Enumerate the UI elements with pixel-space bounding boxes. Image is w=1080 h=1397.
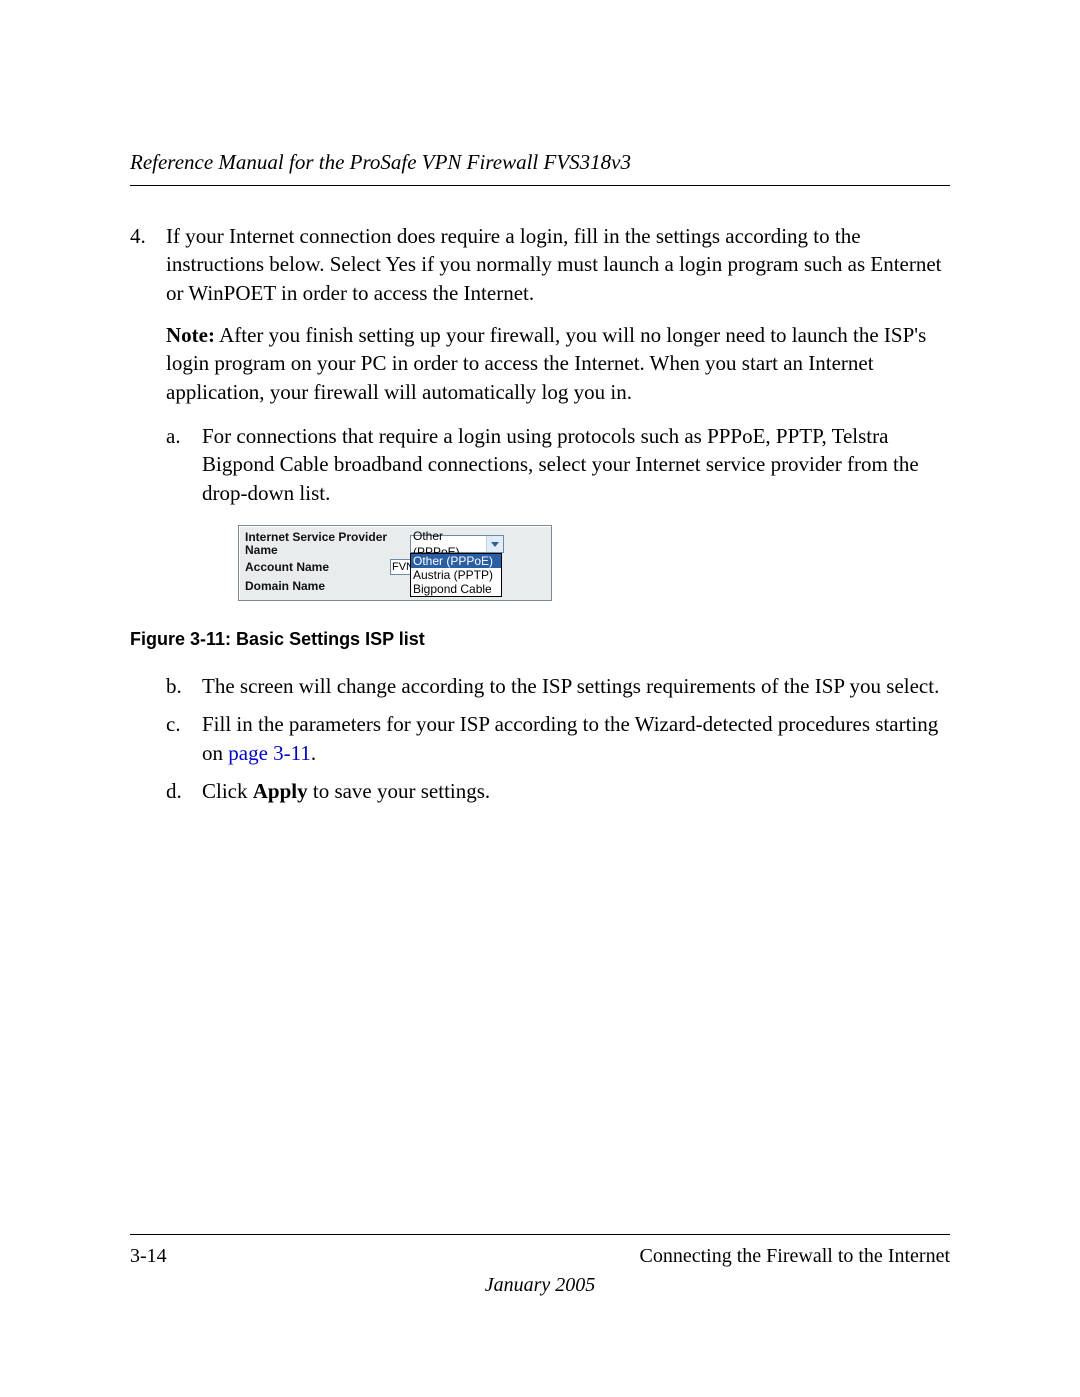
sub-step-list-continued: b. The screen will change according to t… bbox=[166, 672, 950, 805]
sub-step-list: a. For connections that require a login … bbox=[166, 422, 950, 601]
chapter-title: Connecting the Firewall to the Internet bbox=[640, 1245, 950, 1268]
step-number: 4. bbox=[130, 222, 146, 250]
sub-step-c: c. Fill in the parameters for your ISP a… bbox=[166, 710, 950, 767]
sub-step-text-pre: Click bbox=[202, 779, 253, 803]
continued-wrapper: b. The screen will change according to t… bbox=[130, 672, 950, 805]
isp-dropdown-list[interactable]: Other (PPPoE) Austria (PPTP) Bigpond Cab… bbox=[410, 553, 502, 597]
figure-container: Internet Service Provider Name Other (PP… bbox=[238, 525, 950, 601]
apply-label: Apply bbox=[253, 779, 308, 803]
document-page: Reference Manual for the ProSafe VPN Fir… bbox=[0, 0, 1080, 1397]
isp-settings-panel: Internet Service Provider Name Other (PP… bbox=[238, 525, 552, 601]
sub-step-letter: c. bbox=[166, 710, 181, 738]
chevron-down-icon[interactable] bbox=[486, 536, 503, 552]
sub-step-letter: b. bbox=[166, 672, 182, 700]
instruction-list: 4. If your Internet connection does requ… bbox=[130, 222, 950, 601]
page-number: 3-14 bbox=[130, 1245, 167, 1268]
instruction-step-4: 4. If your Internet connection does requ… bbox=[130, 222, 950, 601]
footer-rule bbox=[130, 1234, 950, 1235]
sub-step-text: The screen will change according to the … bbox=[202, 674, 939, 698]
sub-step-d: d. Click Apply to save your settings. bbox=[166, 777, 950, 805]
page-footer: 3-14 Connecting the Firewall to the Inte… bbox=[130, 1234, 950, 1297]
instruction-list-continued: b. The screen will change according to t… bbox=[130, 672, 950, 805]
sub-step-letter: d. bbox=[166, 777, 182, 805]
sub-step-a: a. For connections that require a login … bbox=[166, 422, 950, 601]
note-label: Note: bbox=[166, 323, 215, 347]
sub-step-letter: a. bbox=[166, 422, 181, 450]
isp-option-pptp[interactable]: Austria (PPTP) bbox=[411, 568, 501, 582]
sub-step-b: b. The screen will change according to t… bbox=[166, 672, 950, 700]
isp-select[interactable]: Other (PPPoE) bbox=[410, 535, 504, 553]
step-text: If your Internet connection does require… bbox=[166, 224, 942, 305]
isp-option-pppoe[interactable]: Other (PPPoE) bbox=[411, 554, 501, 568]
running-header: Reference Manual for the ProSafe VPN Fir… bbox=[130, 150, 950, 175]
sub-step-text: For connections that require a login usi… bbox=[202, 424, 919, 505]
domain-name-label: Domain Name bbox=[245, 578, 390, 594]
note-text: After you finish setting up your firewal… bbox=[166, 323, 926, 404]
header-rule bbox=[130, 185, 950, 186]
sub-step-text-post: to save your settings. bbox=[308, 779, 491, 803]
account-name-input[interactable]: FVN bbox=[390, 559, 412, 575]
footer-date: January 2005 bbox=[130, 1274, 950, 1297]
isp-name-label: Internet Service Provider Name bbox=[245, 531, 390, 557]
account-name-label: Account Name bbox=[245, 559, 390, 575]
figure-caption: Figure 3-11: Basic Settings ISP list bbox=[130, 629, 950, 650]
isp-option-bigpond[interactable]: Bigpond Cable bbox=[411, 582, 501, 596]
sub-step-text-post: . bbox=[311, 741, 316, 765]
page-link[interactable]: page 3-11 bbox=[228, 741, 311, 765]
note-paragraph: Note: After you finish setting up your f… bbox=[166, 321, 950, 406]
